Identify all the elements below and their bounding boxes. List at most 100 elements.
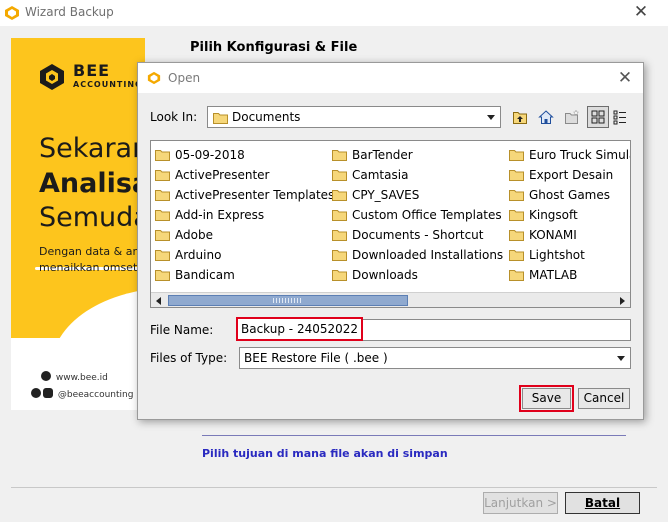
list-item[interactable]: Camtasia (332, 165, 503, 185)
file-type-value: BEE Restore File ( .bee ) (244, 351, 388, 365)
folder-icon (155, 270, 170, 281)
folder-icon (332, 250, 347, 261)
folder-name: Arduino (175, 248, 222, 262)
promo-banner: BEE ACCOUNTING Sekarang Analisa Semudah … (11, 38, 145, 410)
scroll-left-icon[interactable] (151, 293, 166, 307)
dialog-title: Open (168, 71, 201, 85)
folder-name: KONAMI (529, 228, 577, 242)
folder-icon (213, 113, 228, 124)
folder-name: Documents - Shortcut (352, 228, 484, 242)
next-button[interactable]: Lanjutkan > (483, 492, 558, 514)
list-item[interactable]: Kingsoft (509, 205, 630, 225)
list-item[interactable]: Euro Truck Simulator (509, 145, 630, 165)
file-column-3: Euro Truck Simulator Export Desain Ghost G… (509, 145, 630, 285)
scroll-right-icon[interactable] (615, 293, 630, 307)
list-item[interactable]: Downloads (332, 265, 503, 285)
list-item[interactable]: ActivePresenter Templates (155, 185, 334, 205)
folder-name: MATLAB (529, 268, 578, 282)
promo-headline-3: Semudah (39, 202, 145, 233)
file-type-label: Files of Type: (150, 351, 228, 365)
folder-name: Ghost Games (529, 188, 610, 202)
file-list[interactable]: 05-09-2018 ActivePresenter ActivePresenter… (150, 140, 631, 308)
list-item[interactable]: 05-09-2018 (155, 145, 334, 165)
folder-icon (155, 250, 170, 261)
folder-icon (155, 150, 170, 161)
list-item[interactable]: Documents - Shortcut (332, 225, 503, 245)
folder-icon (332, 270, 347, 281)
folder-icon (155, 230, 170, 241)
list-item[interactable]: Custom Office Templates (332, 205, 503, 225)
folder-name: Add-in Express (175, 208, 265, 222)
promo-body-2: menaikkan omset (39, 261, 138, 274)
folder-name: BarTender (352, 148, 413, 162)
list-item[interactable]: Lightshot (509, 245, 630, 265)
folder-icon (332, 170, 347, 181)
window-title: Wizard Backup (25, 5, 114, 19)
folder-name: Euro Truck Simulator (529, 148, 630, 162)
list-item[interactable]: Ghost Games (509, 185, 630, 205)
social-text: @beeaccounting (57, 390, 134, 400)
new-folder-icon (565, 109, 580, 124)
home-button[interactable] (535, 106, 557, 128)
folder-name: CPY_SAVES (352, 188, 420, 202)
look-in-value: Documents (232, 110, 301, 124)
look-in-label: Look In: (150, 110, 198, 124)
folder-name: 05-09-2018 (175, 148, 245, 162)
wizard-cancel-button[interactable]: Batal (565, 492, 640, 514)
horizontal-scrollbar[interactable] (151, 292, 630, 307)
list-item[interactable]: CPY_SAVES (332, 185, 503, 205)
chevron-down-icon (617, 356, 625, 361)
new-folder-button[interactable] (561, 106, 583, 128)
list-item[interactable]: BarTender (332, 145, 503, 165)
wizard-titlebar: Wizard Backup ✕ (0, 0, 668, 26)
close-icon[interactable]: ✕ (630, 2, 652, 22)
scrollbar-thumb[interactable] (168, 295, 408, 306)
folder-icon (509, 230, 524, 241)
list-view-button[interactable] (587, 106, 609, 128)
list-item[interactable]: Add-in Express (155, 205, 334, 225)
folder-icon (155, 190, 170, 201)
list-item[interactable]: MATLAB (509, 265, 630, 285)
dialog-close-icon[interactable]: ✕ (614, 67, 636, 89)
cancel-button[interactable]: Cancel (578, 388, 630, 409)
file-name-label: File Name: (150, 323, 214, 337)
look-in-select[interactable]: Documents (207, 106, 501, 128)
details-view-button[interactable] (609, 106, 631, 128)
instagram-icon (43, 388, 53, 398)
folder-name: Adobe (175, 228, 213, 242)
save-button[interactable]: Save (522, 388, 571, 409)
bee-brand-icon (40, 64, 64, 90)
list-item[interactable]: Arduino (155, 245, 334, 265)
list-item[interactable]: Bandicam (155, 265, 334, 285)
social-line: @beeaccounting (31, 388, 133, 400)
folder-icon (509, 270, 524, 281)
folder-icon (332, 150, 347, 161)
website-text: www.bee.id (55, 373, 108, 383)
folder-name: Camtasia (352, 168, 409, 182)
folder-name: Kingsoft (529, 208, 578, 222)
folder-name: Downloads (352, 268, 418, 282)
file-name-value[interactable]: Backup - 24052022 (236, 317, 364, 341)
folder-icon (332, 230, 347, 241)
up-folder-icon (513, 112, 527, 124)
section-title: Pilih Konfigurasi & File (190, 40, 358, 55)
folder-name: Custom Office Templates (352, 208, 502, 222)
file-type-select[interactable]: BEE Restore File ( .bee ) (239, 347, 631, 369)
folder-name: Lightshot (529, 248, 585, 262)
chevron-down-icon (487, 115, 495, 120)
list-item[interactable]: KONAMI (509, 225, 630, 245)
list-item[interactable]: Adobe (155, 225, 334, 245)
folder-icon (509, 150, 524, 161)
folder-name: Bandicam (175, 268, 235, 282)
dialog-titlebar: Open ✕ (138, 63, 643, 93)
home-icon (538, 110, 554, 124)
list-item[interactable]: Downloaded Installations (332, 245, 503, 265)
list-item[interactable]: ActivePresenter (155, 165, 334, 185)
promo-headline-1: Sekarang (39, 133, 145, 164)
brand-subtitle: ACCOUNTING (73, 80, 143, 89)
promo-headline-2: Analisa (39, 168, 145, 199)
list-item[interactable]: Export Desain (509, 165, 630, 185)
up-folder-button[interactable] (509, 106, 531, 128)
folder-name: Export Desain (529, 168, 614, 182)
open-dialog: Open ✕ Look In: Documents 05-09-2018 Act… (137, 62, 644, 420)
